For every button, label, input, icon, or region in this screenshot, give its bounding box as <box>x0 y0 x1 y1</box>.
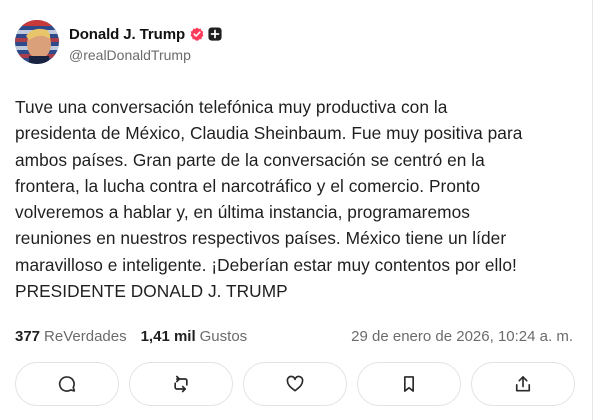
divider <box>592 0 593 420</box>
post-stats: 377 ReVerdades 1,41 mil Gustos 29 de ene… <box>15 326 580 346</box>
bookmark-icon <box>399 374 419 394</box>
display-name[interactable]: Donald J. Trump <box>69 26 185 43</box>
verified-badge-icon <box>190 27 204 41</box>
likes-count[interactable]: 1,41 mil <box>141 328 196 345</box>
bookmark-button[interactable] <box>357 362 461 406</box>
avatar-image <box>15 20 59 64</box>
likes-label[interactable]: Gustos <box>200 328 248 345</box>
reposts-count[interactable]: 377 <box>15 328 40 345</box>
plus-badge-icon <box>208 27 222 41</box>
retruth-icon <box>171 374 191 394</box>
post-text: Tuve una conversación telefónica muy pro… <box>15 97 523 302</box>
comment-icon <box>57 374 77 394</box>
like-button[interactable] <box>243 362 347 406</box>
reposts-label[interactable]: ReVerdades <box>44 328 127 345</box>
post-card: Donald J. Trump @realDonaldTrump Tuve un… <box>0 0 596 420</box>
heart-icon <box>285 374 305 394</box>
share-icon <box>513 374 533 394</box>
avatar[interactable] <box>15 20 59 64</box>
reply-button[interactable] <box>15 362 119 406</box>
post-timestamp: 29 de enero de 2026, 10:24 a. m. <box>351 327 573 345</box>
author-handle[interactable]: @realDonaldTrump <box>69 47 222 63</box>
post-header: Donald J. Trump @realDonaldTrump <box>15 20 222 68</box>
action-bar <box>15 362 575 406</box>
share-button[interactable] <box>471 362 575 406</box>
retruth-button[interactable] <box>129 362 233 406</box>
author-info: Donald J. Trump @realDonaldTrump <box>69 20 222 63</box>
name-row: Donald J. Trump <box>69 24 222 44</box>
